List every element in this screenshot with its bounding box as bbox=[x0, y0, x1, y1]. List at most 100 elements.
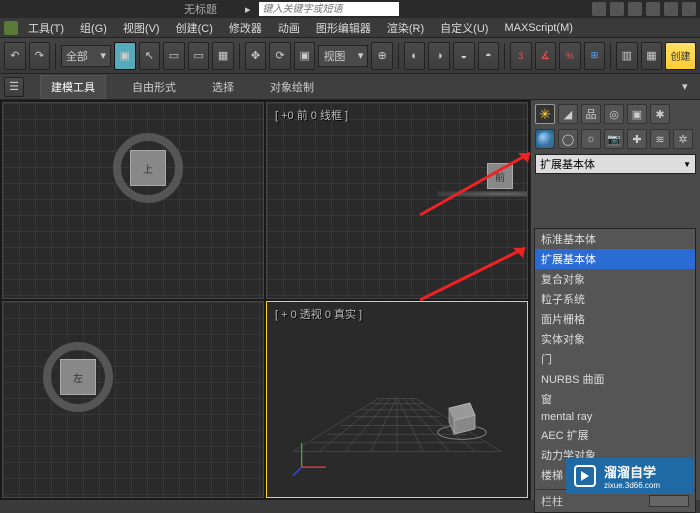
rotate-button[interactable]: ⟳ bbox=[269, 42, 291, 70]
category-label: 扩展基本体 bbox=[540, 156, 595, 172]
tab-select[interactable]: 选择 bbox=[202, 76, 244, 98]
mirror-button[interactable]: ▥ bbox=[616, 42, 638, 70]
min-icon[interactable] bbox=[664, 2, 678, 16]
menu-render[interactable]: 渲染(R) bbox=[381, 18, 430, 38]
spacewarps-icon[interactable]: ≋ bbox=[650, 129, 670, 149]
cloud-icon[interactable] bbox=[646, 2, 660, 16]
info-icon[interactable] bbox=[610, 2, 624, 16]
search-box[interactable] bbox=[259, 2, 399, 16]
opt-windows[interactable]: 窗 bbox=[535, 389, 695, 409]
opt-standard[interactable]: 标准基本体 bbox=[535, 229, 695, 249]
utilities-tab-icon[interactable]: ✱ bbox=[650, 104, 670, 124]
menu-group[interactable]: 组(G) bbox=[74, 18, 113, 38]
window-crossing-button[interactable]: ▦ bbox=[212, 42, 234, 70]
helpers-icon[interactable]: ✚ bbox=[627, 129, 647, 149]
systems-icon[interactable]: ✲ bbox=[673, 129, 693, 149]
menu-bar: 工具(T) 组(G) 视图(V) 创建(C) 修改器 动画 图形编辑器 渲染(R… bbox=[0, 18, 700, 38]
pivot-button[interactable]: ⊕ bbox=[371, 42, 393, 70]
menu-graph[interactable]: 图形编辑器 bbox=[310, 18, 377, 38]
help-icon[interactable] bbox=[592, 2, 606, 16]
geometry-icon[interactable] bbox=[535, 129, 555, 149]
footer-swatch[interactable] bbox=[649, 495, 689, 507]
opt-body[interactable]: 实体对象 bbox=[535, 329, 695, 349]
angle-icon[interactable]: ∡ bbox=[535, 42, 557, 70]
shadow-icon bbox=[437, 191, 528, 197]
viewport-top[interactable]: 上 bbox=[2, 102, 264, 299]
tab-modeling[interactable]: 建模工具 bbox=[40, 75, 106, 99]
ribbon-toggle-icon[interactable]: ☰ bbox=[4, 77, 24, 97]
title-bar: 无标题 ▸ bbox=[0, 0, 700, 18]
menu-tools[interactable]: 工具(T) bbox=[22, 18, 70, 38]
opt-extended[interactable]: 扩展基本体 bbox=[535, 249, 695, 269]
ribbon-bar: ☰ 建模工具 自由形式 选择 对象绘制 ▾ bbox=[0, 74, 700, 100]
modify-tab-icon[interactable]: ◢ bbox=[558, 104, 578, 124]
star-icon[interactable] bbox=[628, 2, 642, 16]
cube-left: 左 bbox=[60, 359, 96, 395]
grid-icon bbox=[267, 103, 527, 298]
snap-3-button[interactable]: 3 bbox=[510, 42, 532, 70]
create-tab-icon[interactable]: ✳ bbox=[535, 104, 555, 124]
title-caret-icon: ▸ bbox=[245, 3, 251, 16]
percent-button[interactable]: % bbox=[559, 42, 581, 70]
main-toolbar: ↶ ↷ 全部▾ ▣ ↖ ▭ ▭ ▦ ✥ ⟳ ▣ 视图▾ ⊕ ◐ ◑ ◒ ◓ 3 … bbox=[0, 38, 700, 74]
opt-doors[interactable]: 门 bbox=[535, 349, 695, 369]
cameras-icon[interactable]: 📷 bbox=[604, 129, 624, 149]
opt-aec[interactable]: AEC 扩展 bbox=[535, 425, 695, 445]
select-filter-button[interactable]: ▣ bbox=[114, 42, 136, 70]
spinner-snap-button[interactable]: ◓ bbox=[478, 42, 500, 70]
create-button[interactable]: 创建 bbox=[665, 42, 696, 70]
play-icon bbox=[574, 465, 596, 487]
menu-script[interactable]: MAXScript(M) bbox=[498, 20, 578, 36]
category-dropdown[interactable]: 扩展基本体 ▼ bbox=[535, 154, 696, 174]
select-name-button[interactable]: ▭ bbox=[163, 42, 185, 70]
tab-paint[interactable]: 对象绘制 bbox=[260, 76, 324, 98]
menu-modifier[interactable]: 修改器 bbox=[223, 18, 268, 38]
hierarchy-tab-icon[interactable]: 品 bbox=[581, 104, 601, 124]
cube-front: 前 bbox=[487, 163, 513, 189]
display-tab-icon[interactable]: ▣ bbox=[627, 104, 647, 124]
selection-set-dropdown[interactable]: 全部▾ bbox=[61, 45, 111, 67]
align-button[interactable]: ⊞ bbox=[584, 42, 606, 70]
menu-custom[interactable]: 自定义(U) bbox=[434, 18, 494, 38]
viewport-perspective[interactable]: [ + 0 透视 0 真实 ] bbox=[266, 301, 528, 498]
app-icon[interactable] bbox=[4, 21, 18, 35]
watermark-url: zixue.3d66.com bbox=[604, 481, 660, 490]
lights-icon[interactable]: ☼ bbox=[581, 129, 601, 149]
search-input[interactable] bbox=[259, 2, 399, 16]
array-button[interactable]: ▦ bbox=[641, 42, 663, 70]
chevron-down-icon: ▼ bbox=[683, 160, 691, 169]
close-icon[interactable] bbox=[682, 2, 696, 16]
opt-particles[interactable]: 粒子系统 bbox=[535, 289, 695, 309]
opt-nurbs[interactable]: NURBS 曲面 bbox=[535, 369, 695, 389]
viewport-front-label: [ +0 前 0 线框 ] bbox=[275, 107, 348, 123]
ribbon-expand-icon[interactable]: ▾ bbox=[682, 80, 696, 94]
coord-dropdown[interactable]: 视图▾ bbox=[318, 45, 368, 67]
angle-snap-button[interactable]: ◑ bbox=[428, 42, 450, 70]
menu-create[interactable]: 创建(C) bbox=[170, 18, 219, 38]
grid-icon bbox=[3, 302, 263, 497]
move-button[interactable]: ✥ bbox=[245, 42, 267, 70]
redo-button[interactable]: ↷ bbox=[29, 42, 51, 70]
snap-button[interactable]: ◐ bbox=[404, 42, 426, 70]
watermark-brand: 溜溜自学 bbox=[604, 462, 660, 481]
select-button[interactable]: ↖ bbox=[139, 42, 161, 70]
viewport-front[interactable]: [ +0 前 0 线框 ] 前 bbox=[266, 102, 528, 299]
menu-anim[interactable]: 动画 bbox=[272, 18, 306, 38]
perspective-grid bbox=[267, 302, 527, 497]
opt-compound[interactable]: 复合对象 bbox=[535, 269, 695, 289]
shapes-icon[interactable]: ◯ bbox=[558, 129, 578, 149]
grid-icon bbox=[3, 103, 263, 298]
percent-snap-button[interactable]: ◒ bbox=[453, 42, 475, 70]
viewport-left[interactable]: 左 bbox=[2, 301, 264, 498]
viewports: 上 [ +0 前 0 线框 ] 前 左 [ + 0 透视 0 真实 ] bbox=[0, 100, 530, 500]
window-title: 无标题 bbox=[184, 1, 217, 17]
select-region-button[interactable]: ▭ bbox=[188, 42, 210, 70]
motion-tab-icon[interactable]: ◎ bbox=[604, 104, 624, 124]
scale-button[interactable]: ▣ bbox=[294, 42, 316, 70]
opt-mental[interactable]: mental ray bbox=[535, 409, 695, 425]
watermark-logo: 溜溜自学 zixue.3d66.com bbox=[566, 458, 694, 494]
menu-view[interactable]: 视图(V) bbox=[117, 18, 166, 38]
undo-button[interactable]: ↶ bbox=[4, 42, 26, 70]
opt-patch[interactable]: 面片栅格 bbox=[535, 309, 695, 329]
tab-freeform[interactable]: 自由形式 bbox=[122, 76, 186, 98]
